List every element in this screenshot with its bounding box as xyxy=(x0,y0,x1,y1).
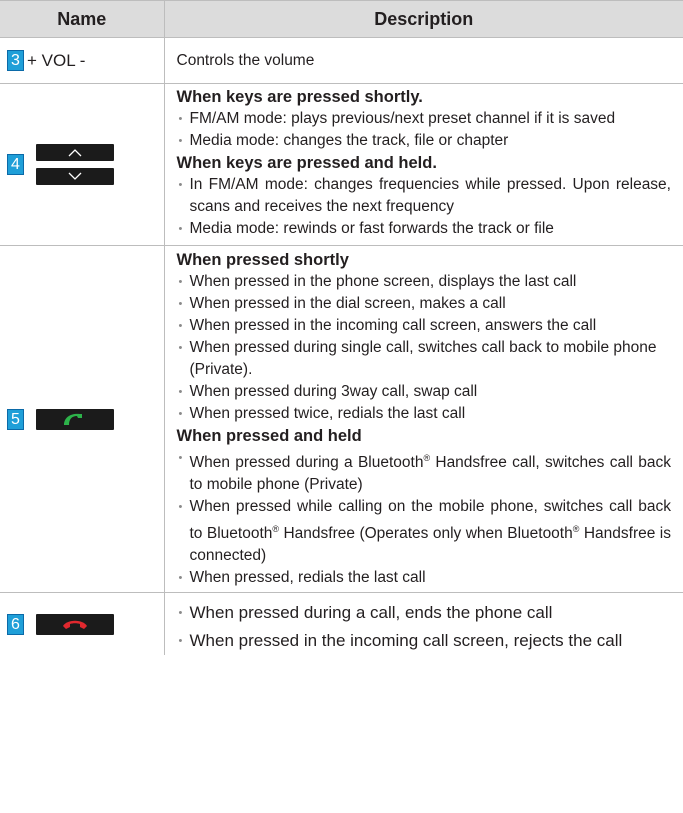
description-cell-seek: When keys are pressed shortly. FM/AM mod… xyxy=(163,83,683,246)
list-item: When pressed during single call, switche… xyxy=(177,337,672,381)
description-cell-end-call: When pressed during a call, ends the pho… xyxy=(163,592,683,656)
item-number-badge: 3 xyxy=(7,50,24,71)
chevron-down-icon xyxy=(68,172,82,180)
held-press-list: In FM/AM mode: changes frequencies while… xyxy=(177,174,672,240)
list-item: When pressed during a Bluetooth® Handsfr… xyxy=(177,447,671,496)
steering-controls-table: Name Description 3 + VOL - Controls the v… xyxy=(0,0,683,656)
list-item: In FM/AM mode: changes frequencies while… xyxy=(177,174,671,218)
list-item: When pressed during a call, ends the pho… xyxy=(177,599,672,627)
table-row-end-call: 6 When pressed during a call, ends the p… xyxy=(0,592,683,656)
chevron-up-icon xyxy=(68,149,82,157)
item-number-badge: 5 xyxy=(7,408,24,430)
name-cell-volume: 3 + VOL - xyxy=(0,37,165,84)
name-cell-call: 5 xyxy=(0,244,165,594)
list-item: When pressed twice, redials the last cal… xyxy=(177,403,672,425)
seek-down-key xyxy=(36,168,114,185)
short-press-heading: When pressed shortly xyxy=(176,251,349,269)
list-item: When pressed in the incoming call screen… xyxy=(177,627,672,655)
list-item: Media mode: rewinds or fast forwards the… xyxy=(177,218,672,240)
phone-call-icon xyxy=(64,414,82,426)
table-header-row: Name Description xyxy=(0,0,683,38)
list-item: When pressed during 3way call, swap call xyxy=(177,381,672,403)
short-press-list: FM/AM mode: plays previous/next preset c… xyxy=(177,108,672,152)
list-item: Media mode: changes the track, file or c… xyxy=(177,130,672,152)
held-press-heading: When keys are pressed and held. xyxy=(176,154,437,172)
list-item: When pressed in the dial screen, makes a… xyxy=(177,293,672,315)
end-call-key xyxy=(36,613,114,635)
description-column-header: Description xyxy=(163,0,683,38)
list-item: FM/AM mode: plays previous/next preset c… xyxy=(177,108,672,130)
table-row-volume: 3 + VOL - Controls the volume xyxy=(0,37,683,84)
list-item: When pressed while calling on the mobile… xyxy=(177,496,671,567)
end-call-list: When pressed during a call, ends the pho… xyxy=(177,599,672,655)
list-item: When pressed in the phone screen, displa… xyxy=(177,271,672,293)
description-cell-call: When pressed shortly When pressed in the… xyxy=(163,244,683,594)
short-press-heading: When keys are pressed shortly. xyxy=(176,88,423,106)
name-cell-end-call: 6 xyxy=(0,592,165,656)
call-key xyxy=(36,408,114,430)
table-row-call: 5 When pressed shortly When pressed in t… xyxy=(0,244,683,594)
item-number-badge: 6 xyxy=(7,613,24,635)
table-row-seek: 4 When keys are pressed shortly. FM/AM m… xyxy=(0,83,683,246)
short-press-list: When pressed in the phone screen, displa… xyxy=(177,271,672,425)
held-press-heading: When pressed and held xyxy=(176,427,362,445)
volume-key-label: + VOL - xyxy=(27,50,86,70)
item-number-badge: 4 xyxy=(7,154,24,175)
held-press-list: When pressed during a Bluetooth® Handsfr… xyxy=(177,447,672,589)
name-column-header: Name xyxy=(0,0,165,38)
list-item: When pressed in the incoming call screen… xyxy=(177,315,672,337)
description-cell-volume: Controls the volume xyxy=(163,37,683,84)
name-cell-seek: 4 xyxy=(0,83,165,246)
phone-end-icon xyxy=(63,621,87,630)
seek-up-key xyxy=(36,144,114,161)
list-item: When pressed, redials the last call xyxy=(177,567,672,589)
